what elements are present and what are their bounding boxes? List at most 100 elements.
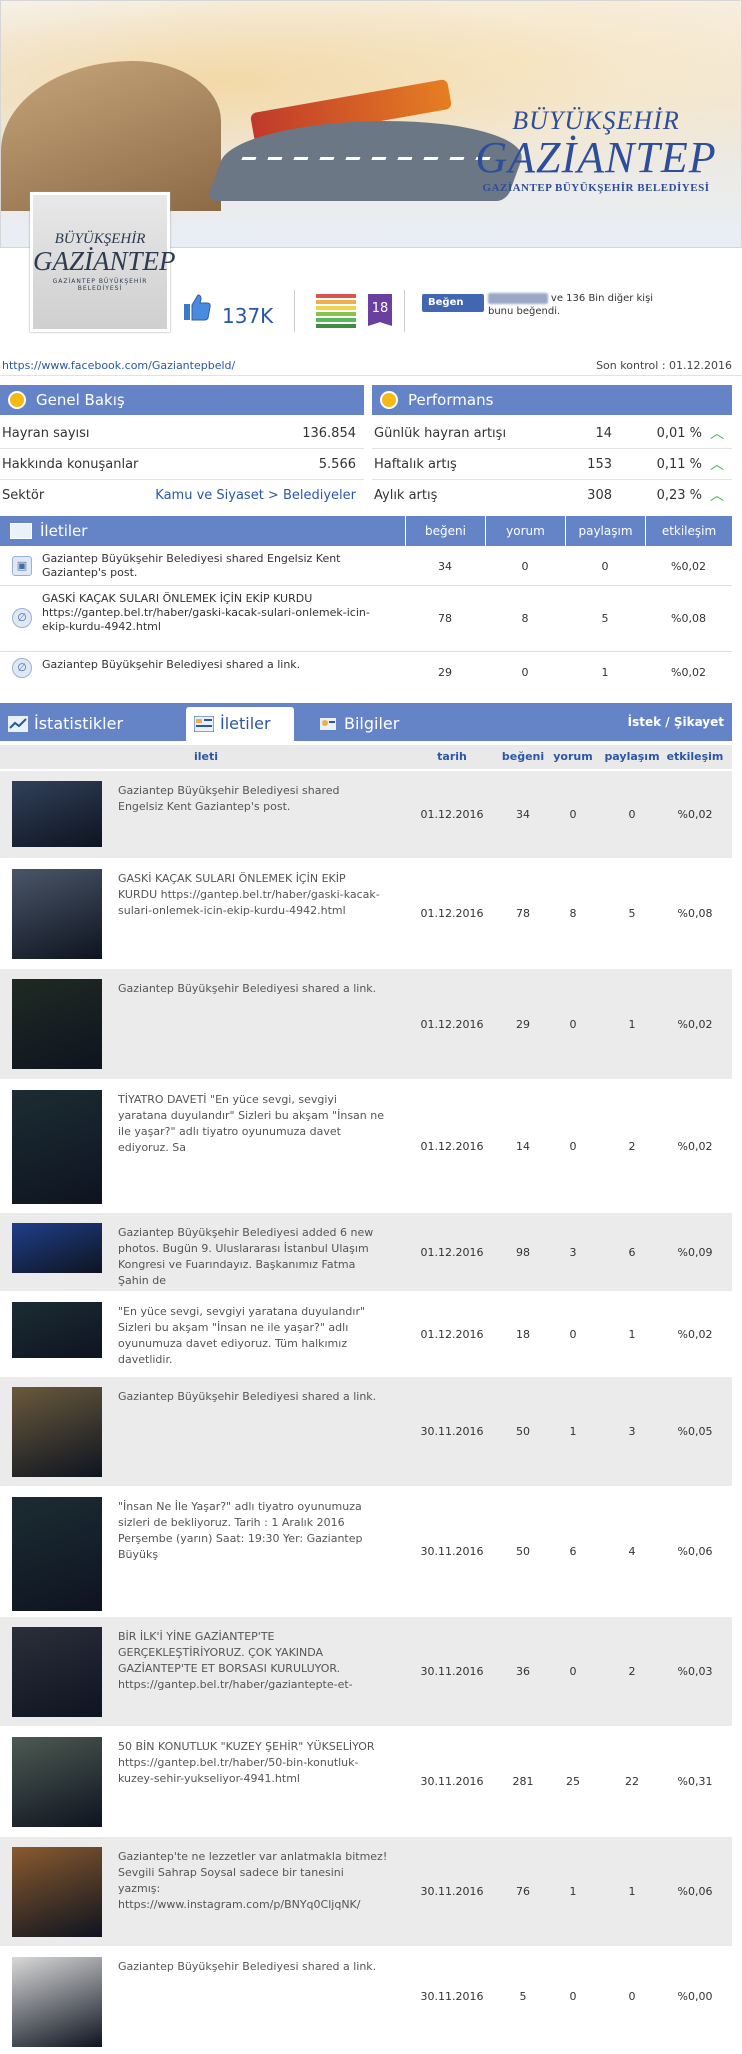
post-thumbnail[interactable] xyxy=(12,979,102,1069)
post-shares: 0 xyxy=(601,560,609,573)
tab-statistics[interactable]: İstatistikler xyxy=(0,707,180,741)
performance-header: Performans xyxy=(372,385,732,415)
profile-logo-line3: GAZİANTEP BÜYÜKŞEHİR BELEDİYESİ xyxy=(52,278,148,292)
post-thumbnail[interactable] xyxy=(12,1497,102,1611)
post-text: Gaziantep Büyükşehir Belediyesi shared E… xyxy=(42,552,341,579)
post-summary-row[interactable]: ▣ Gaziantep Büyükşehir Belediyesi shared… xyxy=(0,546,732,586)
post-text: Gaziantep Büyükşehir Belediyesi shared a… xyxy=(42,658,301,671)
post-comments: 0 xyxy=(521,560,529,573)
overview-label: Hayran sayısı xyxy=(2,426,90,441)
post-row[interactable]: Gaziantep Büyükşehir Belediyesi shared E… xyxy=(0,771,732,859)
col-comments: yorum xyxy=(485,516,565,546)
post-likes: 78 xyxy=(438,612,452,625)
post-date: 30.11.2016 xyxy=(420,1990,484,2003)
post-row[interactable]: TİYATRO DAVETİ "En yüce sevgi, sevgiyi y… xyxy=(0,1080,732,1213)
post-engagement: %0,06 xyxy=(677,1885,713,1898)
tab-posts[interactable]: İletiler xyxy=(186,707,294,741)
request-complaint-link[interactable]: İstek / Şikayet xyxy=(628,703,724,741)
post-comments: 0 xyxy=(521,666,529,679)
post-thumbnail[interactable] xyxy=(12,781,102,847)
post-text: BİR İLK'İ YİNE GAZİANTEP'TE GERÇEKLEŞTİR… xyxy=(118,1630,353,1691)
post-thumbnail[interactable] xyxy=(12,1847,102,1937)
post-date: 01.12.2016 xyxy=(420,1140,484,1153)
post-thumbnail[interactable] xyxy=(12,1957,102,2047)
overview-value: 5.566 xyxy=(318,457,356,472)
facebook-page-link[interactable]: https://www.facebook.com/Gaziantepbeld/ xyxy=(2,359,235,372)
tab-posts-label: İletiler xyxy=(220,714,271,733)
cover-logo-line2: GAZİANTEP xyxy=(475,133,717,182)
post-text: "İnsan Ne İle Yaşar?" adlı tiyatro oyunu… xyxy=(118,1500,363,1561)
post-shares: 1 xyxy=(601,666,609,679)
post-engagement: %0,08 xyxy=(671,612,706,625)
post-shares: 5 xyxy=(601,612,609,625)
col-engagement: etkileşim xyxy=(666,750,724,763)
post-text: "En yüce sevgi, sevgiyi yaratana duyulan… xyxy=(118,1305,366,1366)
gauge-icon xyxy=(380,391,398,409)
cover-logo: BÜYÜKŞEHİR GAZİANTEP GAZİANTEP BÜYÜKŞEHİ… xyxy=(471,106,721,201)
post-date: 01.12.2016 xyxy=(420,1246,484,1259)
performance-row: Haftalık artış 153 0,11 % ︿ xyxy=(372,450,732,480)
post-text: GASKİ KAÇAK SULARI ÖNLEMEK İÇİN EKİP KUR… xyxy=(118,872,380,917)
post-engagement: %0,06 xyxy=(677,1545,713,1558)
post-summary-row[interactable]: ∅ GASKİ KAÇAK SULARI ÖNLEMEK İÇİN EKİP K… xyxy=(0,586,732,652)
post-engagement: %0,02 xyxy=(671,560,706,573)
profile-logo-line2: GAZİANTEP xyxy=(33,246,176,276)
overview-label: Hakkında konuşanlar xyxy=(2,457,139,472)
post-thumbnail[interactable] xyxy=(12,1387,102,1477)
overview-row: Hakkında konuşanlar 5.566 xyxy=(0,450,364,480)
post-text: Gaziantep Büyükşehir Belediyesi shared a… xyxy=(118,1960,377,1973)
rank-badge: 18 xyxy=(368,294,392,326)
performance-row: Aylık artış 308 0,23 % ︿ xyxy=(372,481,732,511)
post-engagement: %0,02 xyxy=(671,666,706,679)
post-thumbnail[interactable] xyxy=(12,1302,102,1358)
sector-link[interactable]: Kamu ve Siyaset > Belediyeler xyxy=(155,481,356,511)
post-row[interactable]: 50 BİN KONUTLUK "KUZEY ŞEHİR" YÜKSELİYOR… xyxy=(0,1727,732,1837)
post-row[interactable]: Gaziantep Büyükşehir Belediyesi shared a… xyxy=(0,1947,732,2047)
col-likes: beğeni xyxy=(405,516,485,546)
facebook-like-label: Beğen xyxy=(428,297,464,308)
cover-logo-line1: BÜYÜKŞEHİR xyxy=(512,106,680,135)
post-date: 01.12.2016 xyxy=(420,808,484,821)
last-check-date: Son kontrol : 01.12.2016 xyxy=(596,359,732,372)
performance-label: Aylık artış xyxy=(374,488,438,503)
col-engagement: etkileşim xyxy=(645,516,732,546)
overview-label: Sektör xyxy=(2,488,45,503)
post-row[interactable]: Gaziantep Büyükşehir Belediyesi shared a… xyxy=(0,969,732,1080)
post-thumbnail[interactable] xyxy=(12,1090,102,1204)
tab-info[interactable]: Bilgiler xyxy=(310,707,440,741)
overview-header: Genel Bakış xyxy=(0,385,364,415)
post-row[interactable]: BİR İLK'İ YİNE GAZİANTEP'TE GERÇEKLEŞTİR… xyxy=(0,1617,732,1727)
performance-percent: 0,23 % xyxy=(656,488,702,503)
link-row: https://www.facebook.com/Gaziantepbeld/ … xyxy=(0,356,742,376)
post-engagement: %0,02 xyxy=(677,1140,713,1153)
post-engagement: %0,02 xyxy=(677,1018,713,1031)
post-row[interactable]: Gaziantep Büyükşehir Belediyesi shared a… xyxy=(0,1377,732,1487)
stats-bar: 137K 18 Beğen Yakup Yener ve 136 Bin diğ… xyxy=(180,282,740,337)
post-engagement: %0,02 xyxy=(677,1328,713,1341)
post-row[interactable]: Gaziantep Büyükşehir Belediyesi added 6 … xyxy=(0,1213,732,1292)
chevron-up-icon: ︿ xyxy=(710,488,724,504)
performance-count: 14 xyxy=(595,426,612,441)
posts-icon xyxy=(10,523,32,539)
post-thumbnail[interactable] xyxy=(12,1627,102,1717)
post-thumbnail[interactable] xyxy=(12,1737,102,1827)
post-summary-row[interactable]: ∅ Gaziantep Büyükşehir Belediyesi shared… xyxy=(0,652,732,692)
post-thumbnail[interactable] xyxy=(12,869,102,959)
col-shares: paylaşım xyxy=(565,516,645,546)
performance-percent: 0,11 % xyxy=(656,457,702,472)
tab-info-label: Bilgiler xyxy=(344,714,400,733)
post-row[interactable]: Gaziantep'te ne lezzetler var anlatmakla… xyxy=(0,1837,732,1947)
facebook-like-button[interactable]: Beğen xyxy=(422,294,484,312)
tab-statistics-label: İstatistikler xyxy=(34,714,124,733)
post-row[interactable]: GASKİ KAÇAK SULARI ÖNLEMEK İÇİN EKİP KUR… xyxy=(0,859,732,969)
profile-picture[interactable]: BÜYÜKŞEHİR GAZİANTEP GAZİANTEP BÜYÜKŞEHİ… xyxy=(30,192,176,332)
post-text: Gaziantep Büyükşehir Belediyesi shared E… xyxy=(118,784,340,813)
overview-value: 136.854 xyxy=(302,426,356,441)
post-row[interactable]: "İnsan Ne İle Yaşar?" adlı tiyatro oyunu… xyxy=(0,1487,732,1617)
cover-logo-line3: GAZİANTEP BÜYÜKŞEHİR BELEDİYESİ xyxy=(482,182,710,194)
post-text: Gaziantep'te ne lezzetler var anlatmakla… xyxy=(118,1850,388,1911)
post-likes: 34 xyxy=(438,560,452,573)
divider xyxy=(294,290,295,332)
post-row[interactable]: "En yüce sevgi, sevgiyi yaratana duyulan… xyxy=(0,1292,732,1377)
post-thumbnail[interactable] xyxy=(12,1223,102,1273)
